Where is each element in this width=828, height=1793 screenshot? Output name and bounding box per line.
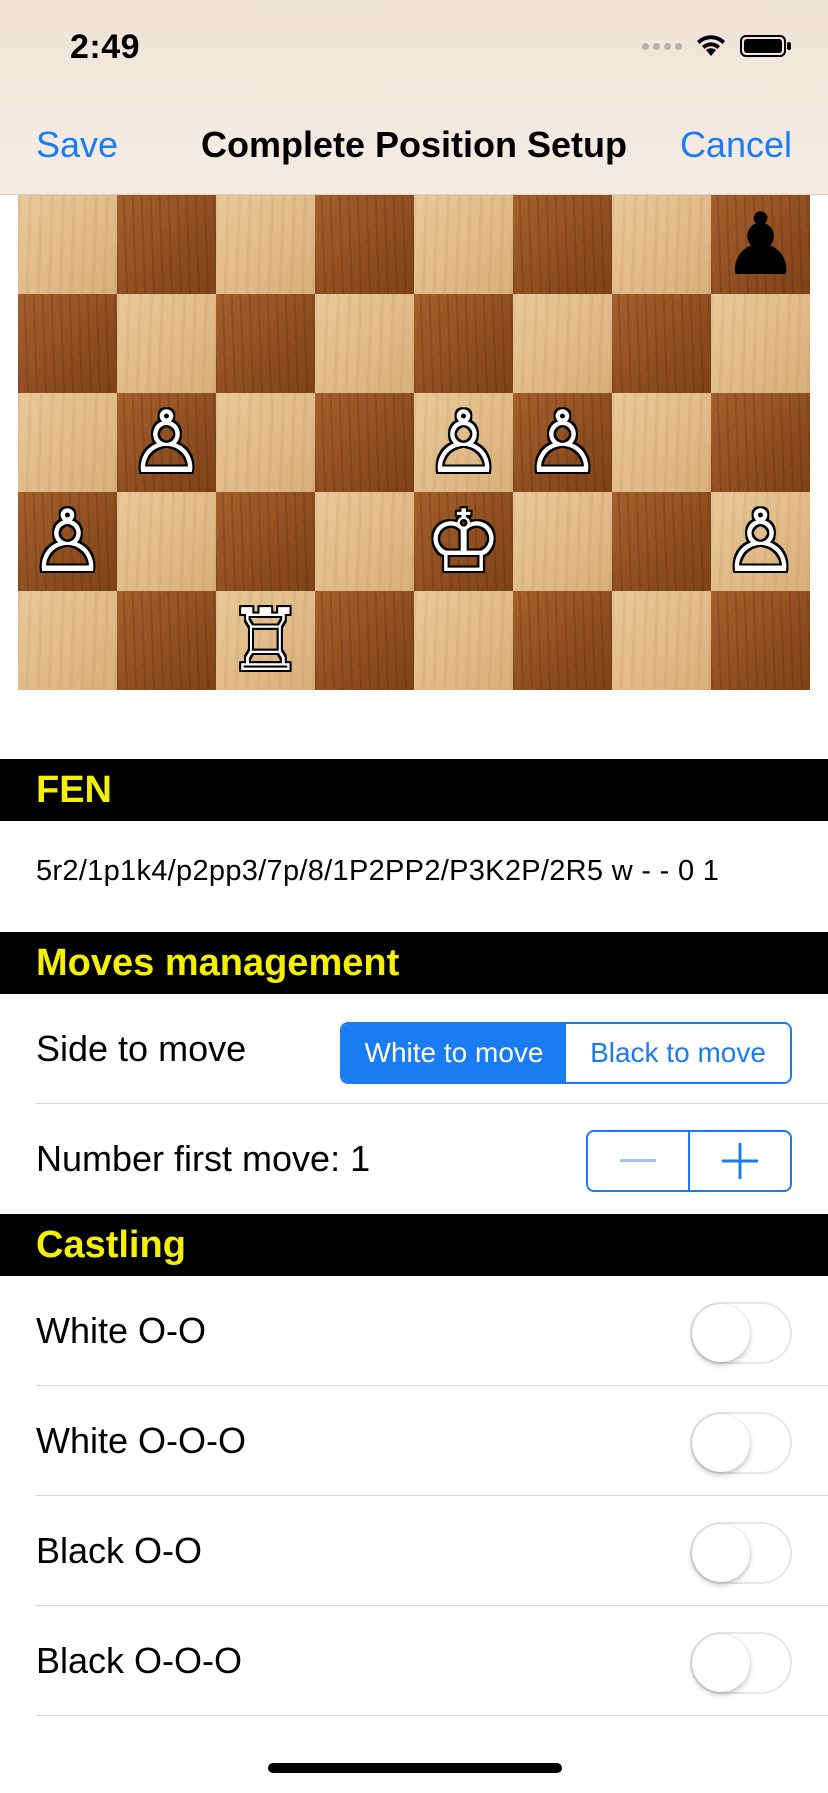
- board-square[interactable]: ♙: [18, 492, 117, 591]
- board-square[interactable]: [711, 294, 810, 393]
- white-pawn-icon[interactable]: ♙: [722, 499, 799, 585]
- board-square[interactable]: [216, 195, 315, 294]
- castling-row-black-short: Black O-O: [0, 1496, 828, 1606]
- status-time: 2:49: [70, 28, 141, 66]
- minus-icon: [620, 1159, 656, 1162]
- board-square[interactable]: [513, 591, 612, 690]
- toggle-knob: [692, 1414, 750, 1472]
- black-long-castle-toggle[interactable]: [690, 1632, 792, 1694]
- side-to-move-row: Side to move White to move Black to move: [0, 994, 828, 1104]
- decrement-button[interactable]: [588, 1132, 688, 1190]
- board-square[interactable]: ♖: [216, 591, 315, 690]
- board-square[interactable]: [612, 492, 711, 591]
- white-pawn-icon[interactable]: ♙: [29, 499, 106, 585]
- white-short-castle-label: White O-O: [36, 1310, 207, 1351]
- white-short-castle-toggle[interactable]: [690, 1302, 792, 1364]
- white-pawn-icon[interactable]: ♙: [524, 400, 601, 486]
- castling-row-white-short: White O-O: [0, 1276, 828, 1386]
- board-square[interactable]: [117, 195, 216, 294]
- board-square[interactable]: [513, 195, 612, 294]
- board-square[interactable]: [315, 492, 414, 591]
- board-square[interactable]: [612, 195, 711, 294]
- board-square[interactable]: [414, 591, 513, 690]
- toggle-knob: [692, 1634, 750, 1692]
- castling-row-white-long: White O-O-O: [0, 1386, 828, 1496]
- toggle-knob: [692, 1524, 750, 1582]
- board-square[interactable]: [711, 393, 810, 492]
- first-move-stepper[interactable]: [586, 1130, 792, 1192]
- black-long-castle-label: Black O-O-O: [36, 1640, 243, 1681]
- board-square[interactable]: [414, 195, 513, 294]
- white-to-move-segment[interactable]: White to move: [342, 1024, 566, 1082]
- side-to-move-label: Side to move: [36, 1028, 247, 1069]
- white-long-castle-toggle[interactable]: [690, 1412, 792, 1474]
- board-square[interactable]: [711, 591, 810, 690]
- navigation-bar: 2:49 Save Complete Position Setup Cancel: [0, 0, 828, 195]
- board-square[interactable]: ♙: [117, 393, 216, 492]
- black-to-move-segment[interactable]: Black to move: [566, 1024, 790, 1082]
- white-long-castle-label: White O-O-O: [36, 1420, 247, 1461]
- home-indicator[interactable]: [268, 1763, 562, 1773]
- battery-icon: [740, 34, 792, 58]
- wifi-icon: [696, 34, 726, 58]
- board-square[interactable]: [117, 591, 216, 690]
- increment-button[interactable]: [688, 1132, 790, 1190]
- cancel-button[interactable]: Cancel: [680, 124, 792, 166]
- board-square[interactable]: [315, 294, 414, 393]
- board-square[interactable]: [216, 492, 315, 591]
- board-square[interactable]: [117, 294, 216, 393]
- board-square[interactable]: [18, 195, 117, 294]
- status-icons: [642, 34, 792, 58]
- save-button[interactable]: Save: [36, 124, 118, 166]
- toggle-knob: [692, 1304, 750, 1362]
- board-square[interactable]: [612, 591, 711, 690]
- white-pawn-icon[interactable]: ♙: [128, 400, 205, 486]
- first-move-label: Number first move: 1: [36, 1138, 371, 1179]
- black-pawn-icon[interactable]: ♟: [722, 202, 799, 288]
- board-square[interactable]: [414, 294, 513, 393]
- board-square[interactable]: [513, 492, 612, 591]
- white-pawn-icon[interactable]: ♙: [425, 400, 502, 486]
- white-king-icon[interactable]: ♔: [425, 499, 502, 585]
- board-square[interactable]: [612, 393, 711, 492]
- board-square[interactable]: [18, 591, 117, 690]
- fen-string: 5r2/1p1k4/p2pp3/7p/8/1P2PP2/P3K2P/2R5 w …: [36, 855, 720, 887]
- board-square[interactable]: [117, 492, 216, 591]
- first-move-row: Number first move: 1: [0, 1104, 828, 1214]
- moves-section-header: Moves management: [0, 932, 828, 994]
- fen-section-header: FEN: [0, 759, 828, 821]
- black-short-castle-toggle[interactable]: [690, 1522, 792, 1584]
- white-rook-icon[interactable]: ♖: [227, 598, 304, 684]
- plus-icon: [722, 1143, 758, 1179]
- board-square[interactable]: [513, 294, 612, 393]
- board-square[interactable]: [315, 591, 414, 690]
- black-short-castle-label: Black O-O: [36, 1530, 203, 1571]
- board-square[interactable]: [315, 393, 414, 492]
- castling-row-black-long: Black O-O-O: [0, 1606, 828, 1716]
- board-square[interactable]: [315, 195, 414, 294]
- board-square[interactable]: ♔: [414, 492, 513, 591]
- castling-section-header: Castling: [0, 1214, 828, 1276]
- board-square[interactable]: [612, 294, 711, 393]
- board-square[interactable]: ♙: [513, 393, 612, 492]
- side-to-move-segmented-control[interactable]: White to move Black to move: [340, 1022, 792, 1084]
- board-square[interactable]: ♟: [711, 195, 810, 294]
- divider: [36, 1715, 828, 1716]
- board-square[interactable]: ♙: [711, 492, 810, 591]
- board-square[interactable]: [216, 393, 315, 492]
- signal-dots-icon: [642, 42, 682, 50]
- board-square[interactable]: ♙: [414, 393, 513, 492]
- board-square[interactable]: [216, 294, 315, 393]
- board-square[interactable]: [18, 294, 117, 393]
- board-square[interactable]: [18, 393, 117, 492]
